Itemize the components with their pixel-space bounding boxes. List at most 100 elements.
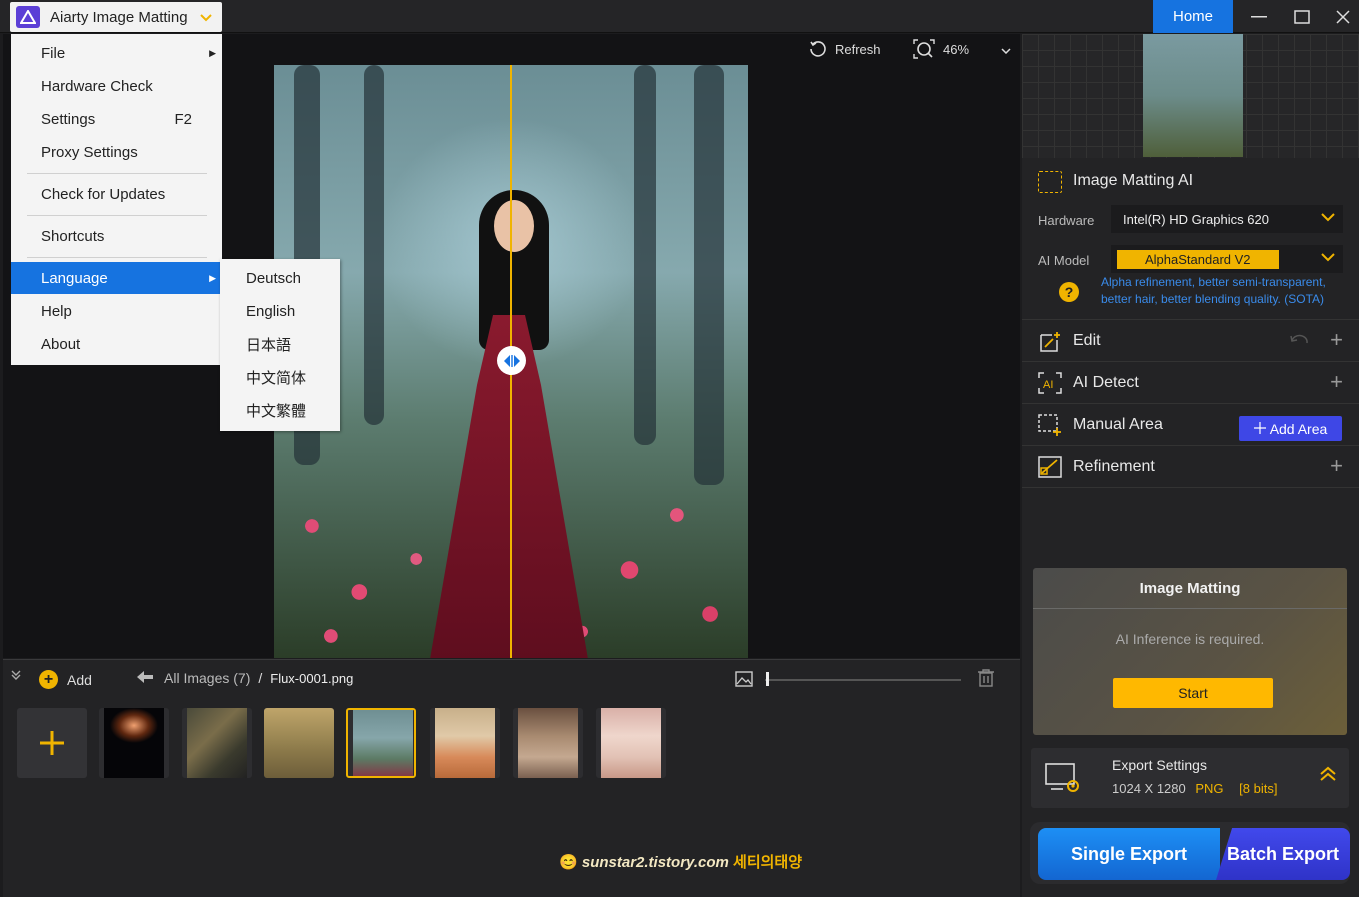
collapse-chevron-icon[interactable] <box>11 670 21 680</box>
menu-item-label: Help <box>41 302 72 320</box>
edit-expand-plus-icon[interactable]: + <box>1330 327 1343 353</box>
export-settings-title: Export Settings <box>1112 757 1207 773</box>
watermark-text: sunstar2.tistory.com <box>581 854 729 871</box>
manual-area-icon <box>1038 414 1062 441</box>
menu-item-about[interactable]: About <box>11 328 222 360</box>
refresh-icon <box>810 41 826 57</box>
add-label: Add <box>67 671 92 688</box>
app-window: Aiarty Image Matting Home Refresh 46% Fi… <box>0 0 1359 897</box>
maximize-button[interactable] <box>1282 0 1322 33</box>
add-area-button[interactable]: Add Area <box>1239 416 1342 441</box>
add-icon: + <box>39 670 58 689</box>
submenu-arrow-icon: ▶ <box>209 272 216 283</box>
chevron-down-icon <box>200 11 212 25</box>
thumbnail-flux-0001[interactable] <box>346 708 416 778</box>
language-english[interactable]: English <box>220 295 340 328</box>
compare-split-handle-icon[interactable] <box>497 346 526 375</box>
language-chinese-traditional[interactable]: 中文繁體 <box>220 394 340 427</box>
menu-item-settings[interactable]: Settings F2 <box>11 103 222 135</box>
refinement-title: Refinement <box>1073 458 1155 475</box>
add-area-label: Add Area <box>1269 420 1328 437</box>
plus-icon <box>40 731 64 755</box>
menu-divider <box>27 257 207 258</box>
home-button[interactable]: Home <box>1153 0 1233 33</box>
preview-image <box>1143 34 1243 157</box>
chevron-down-icon <box>1321 209 1335 225</box>
language-chinese-simplified[interactable]: 中文简体 <box>220 361 340 394</box>
thumbnail-bicycle[interactable] <box>264 708 334 778</box>
zoom-icon <box>913 39 935 59</box>
menu-item-check-for-updates[interactable]: Check for Updates <box>11 178 222 210</box>
menu-item-help[interactable]: Help <box>11 295 222 327</box>
language-japanese[interactable]: 日本語 <box>220 328 340 361</box>
section-manual-area[interactable]: Manual Area Add Area <box>1022 405 1359 446</box>
app-logo-icon <box>16 6 40 28</box>
thumbnail-woman-flowers[interactable] <box>596 708 666 778</box>
thumbnail-woman-lace[interactable] <box>513 708 583 778</box>
zoom-chevron-icon[interactable] <box>1001 42 1011 57</box>
hardware-select[interactable]: Intel(R) HD Graphics 620 <box>1111 205 1343 233</box>
language-deutsch[interactable]: Deutsch <box>220 262 340 295</box>
refresh-label: Refresh <box>835 41 881 57</box>
undo-icon[interactable] <box>1289 333 1309 352</box>
menu-item-hardware-check[interactable]: Hardware Check <box>11 70 222 102</box>
refinement-icon <box>1038 456 1062 483</box>
export-settings-meta: 1024 X 1280 PNG [8 bits] <box>1112 781 1277 796</box>
menu-divider <box>27 215 207 216</box>
batch-export-button[interactable]: Batch Export <box>1216 828 1350 880</box>
app-title: Aiarty Image Matting <box>50 8 188 26</box>
add-button[interactable]: + Add <box>39 670 92 689</box>
edit-title: Edit <box>1073 332 1101 349</box>
thumbnail-jellyfish[interactable] <box>99 708 169 778</box>
close-button[interactable] <box>1323 0 1359 33</box>
language-submenu: Deutsch English 日本語 中文简体 中文繁體 <box>220 259 340 431</box>
watermark-korean: 세티의태양 <box>733 854 803 871</box>
manual-area-title: Manual Area <box>1073 416 1163 433</box>
submenu-arrow-icon: ▶ <box>209 47 216 58</box>
app-dropdown-menu: File ▶ Hardware Check Settings F2 Proxy … <box>11 34 222 365</box>
breadcrumb-all-images[interactable]: All Images (7) <box>164 670 250 686</box>
menu-item-language[interactable]: Language ▶ <box>11 262 222 294</box>
menu-item-shortcut: F2 <box>174 110 192 128</box>
menu-item-label: Proxy Settings <box>41 143 138 161</box>
expand-up-icon[interactable] <box>1319 766 1337 787</box>
thumbnail-rocks[interactable] <box>182 708 252 778</box>
breadcrumb-current-file: Flux-0001.png <box>270 670 354 686</box>
menu-item-label: About <box>41 335 81 353</box>
export-settings-icon <box>1045 762 1081 799</box>
add-image-tile[interactable] <box>17 708 87 778</box>
back-arrow-icon[interactable] <box>137 670 153 686</box>
preview-panel <box>1022 34 1359 158</box>
menu-item-label: Settings <box>41 110 96 128</box>
section-refinement[interactable]: Refinement + <box>1022 447 1359 488</box>
menu-item-shortcuts[interactable]: Shortcuts <box>11 220 222 252</box>
start-button[interactable]: Start <box>1113 678 1273 708</box>
refinement-expand-plus-icon[interactable]: + <box>1330 453 1343 479</box>
menu-item-label: Shortcuts <box>41 227 105 245</box>
trash-icon[interactable] <box>978 669 994 687</box>
help-icon[interactable]: ? <box>1059 282 1079 302</box>
thumbnail-size-slider[interactable] <box>765 679 961 681</box>
refresh-button[interactable]: Refresh <box>809 40 881 58</box>
section-ai-detect[interactable]: AI AI Detect + <box>1022 363 1359 404</box>
breadcrumb: All Images (7) / Flux-0001.png <box>137 670 353 686</box>
single-export-button[interactable]: Single Export <box>1038 828 1220 880</box>
ai-model-value: AlphaStandard V2 <box>1117 249 1279 269</box>
zoom-value: 46% <box>943 41 970 57</box>
breadcrumb-separator: / <box>258 670 263 686</box>
minimize-button[interactable] <box>1239 0 1279 33</box>
section-edit[interactable]: Edit + <box>1022 321 1359 362</box>
ai-model-select[interactable]: AlphaStandard V2 <box>1111 245 1343 273</box>
menu-item-file[interactable]: File ▶ <box>11 37 222 69</box>
zoom-control[interactable]: 46% <box>913 39 1011 59</box>
inference-required-text: AI Inference is required. <box>1115 631 1265 647</box>
menu-item-proxy-settings[interactable]: Proxy Settings <box>11 136 222 168</box>
thumbnail-size-slider-handle[interactable] <box>765 672 769 686</box>
app-menu-button[interactable]: Aiarty Image Matting <box>10 2 222 32</box>
export-settings-card[interactable]: Export Settings 1024 X 1280 PNG [8 bits] <box>1031 748 1349 808</box>
thumbnail-woman-bouquet[interactable] <box>430 708 500 778</box>
menu-item-label: Check for Updates <box>41 185 166 203</box>
watermark: 😊 sunstar2.tistory.com 세티의태양 <box>559 851 802 872</box>
watermark-emoji-icon: 😊 <box>559 854 578 871</box>
ai-detect-expand-plus-icon[interactable]: + <box>1330 369 1343 395</box>
